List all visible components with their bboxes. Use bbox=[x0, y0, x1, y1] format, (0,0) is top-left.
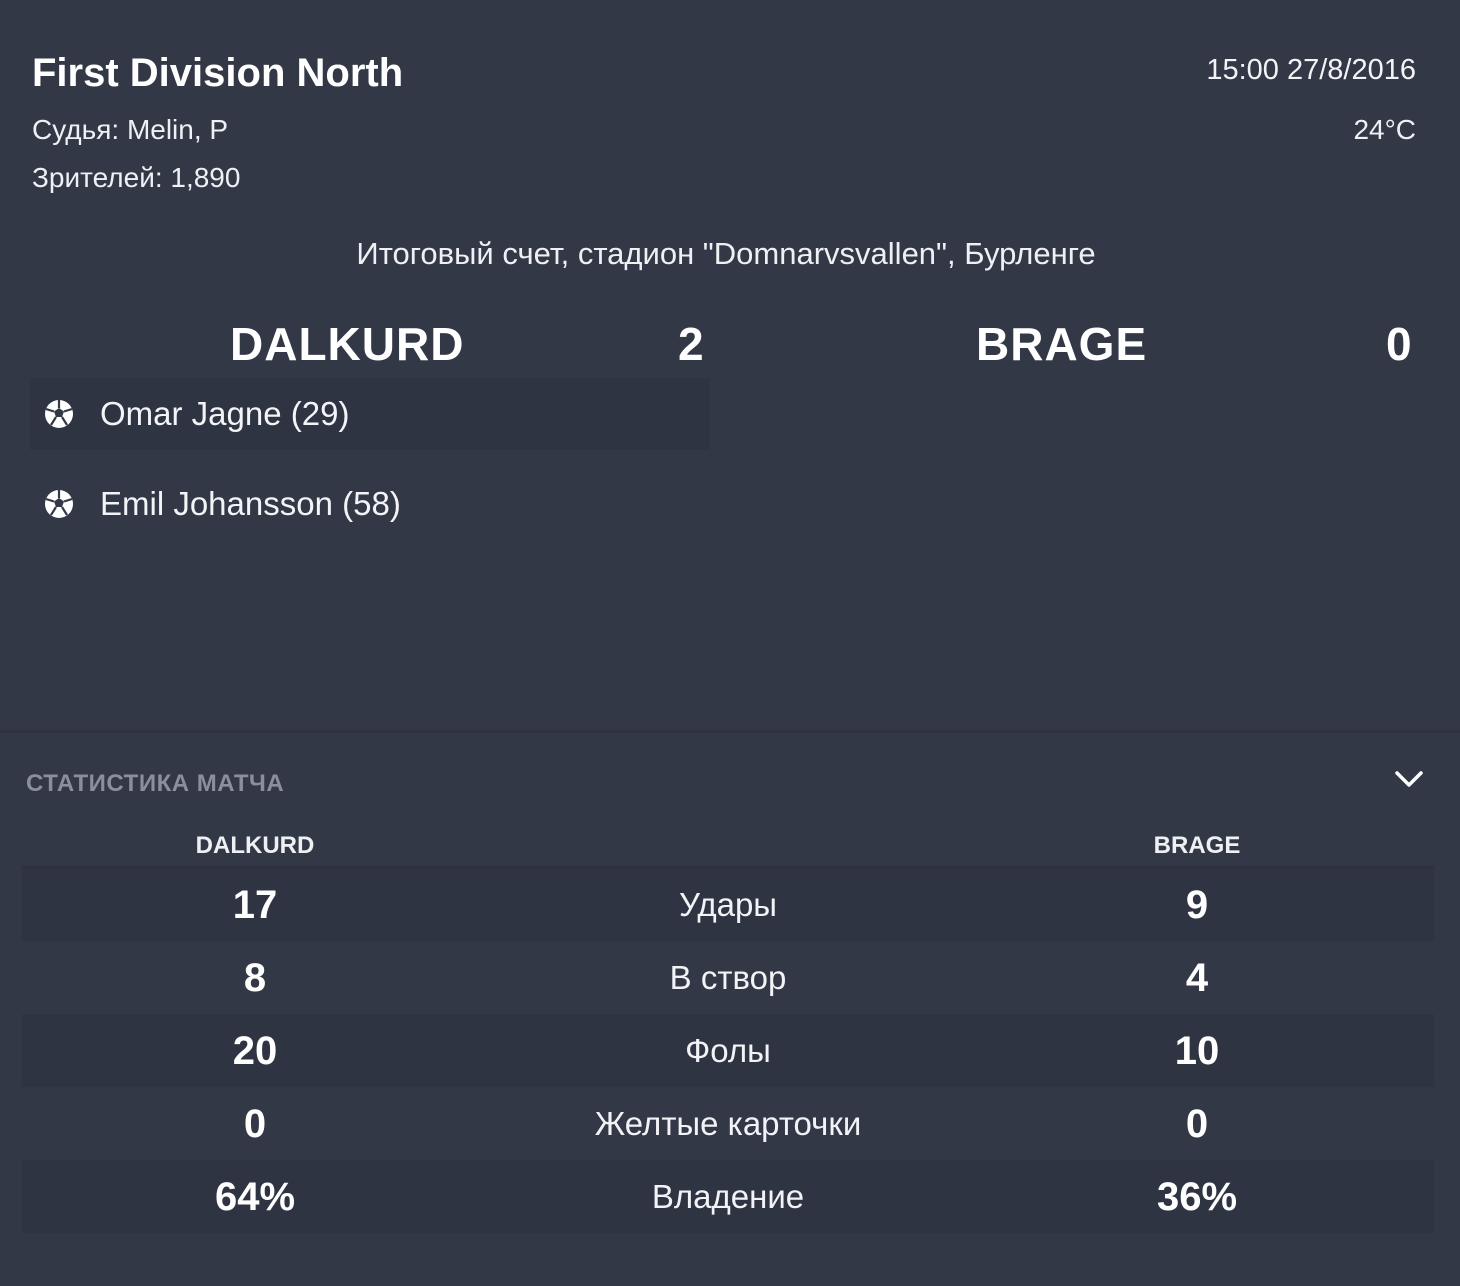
goal-scorer-name[interactable]: Omar Jagne (29) bbox=[100, 394, 349, 434]
venue-line: Итоговый счет, стадион "Domnarvsvallen",… bbox=[356, 236, 1096, 271]
stats-away-header: BRAGE bbox=[1153, 832, 1241, 859]
stat-row-yellow-cards: 0 Желтые карточки 0 bbox=[22, 1087, 1434, 1160]
attendance-label: Зрителей: 1,890 bbox=[32, 162, 241, 193]
stat-away-value: 10 bbox=[1174, 1028, 1220, 1073]
stat-home-value: 17 bbox=[232, 882, 278, 927]
stat-away-value: 4 bbox=[1185, 955, 1209, 1000]
stat-label: В створ bbox=[669, 958, 787, 996]
stat-label: Владение bbox=[651, 1177, 805, 1215]
stat-away-value: 36% bbox=[1156, 1174, 1238, 1219]
goal-scorer-name[interactable]: Emil Johansson (58) bbox=[100, 484, 401, 524]
stat-home-value: 64% bbox=[214, 1174, 296, 1219]
temperature-label: 24°C bbox=[1353, 114, 1416, 145]
soccer-ball-icon bbox=[44, 489, 74, 519]
away-team-score: 0 bbox=[1386, 318, 1413, 370]
chevron-down-icon[interactable] bbox=[1392, 762, 1426, 796]
away-team-name[interactable]: BRAGE bbox=[976, 316, 1147, 372]
stat-row-shots: 17 Удары 9 bbox=[22, 868, 1434, 941]
stat-label: Удары bbox=[678, 885, 778, 923]
competition-title[interactable]: First Division North bbox=[32, 48, 403, 98]
stat-away-value: 0 bbox=[1185, 1101, 1209, 1146]
home-team-name[interactable]: DALKURD bbox=[230, 316, 464, 372]
stats-home-header: DALKURD bbox=[195, 832, 315, 859]
match-report-panel: First Division North 15:00 27/8/2016 Суд… bbox=[0, 0, 1460, 1286]
stat-row-fouls: 20 Фолы 10 bbox=[22, 1014, 1434, 1087]
section-divider bbox=[0, 730, 1460, 733]
stat-home-value: 0 bbox=[243, 1101, 267, 1146]
stat-row-possession: 64% Владение 36% bbox=[22, 1160, 1434, 1233]
soccer-ball-icon bbox=[44, 399, 74, 429]
stat-label: Желтые карточки bbox=[594, 1104, 862, 1142]
goal-scorer-row[interactable]: Omar Jagne (29) bbox=[30, 378, 710, 450]
home-team-score: 2 bbox=[678, 318, 705, 370]
kickoff-datetime: 15:00 27/8/2016 bbox=[1206, 54, 1416, 86]
stat-home-value: 20 bbox=[232, 1028, 278, 1073]
goal-scorer-row[interactable]: Emil Johansson (58) bbox=[30, 468, 710, 540]
stat-row-on-target: 8 В створ 4 bbox=[22, 941, 1434, 1014]
referee-label: Судья: Melin, P bbox=[32, 114, 229, 145]
match-stats-title[interactable]: СТАТИСТИКА МАТЧА bbox=[26, 768, 284, 800]
stat-home-value: 8 bbox=[243, 955, 267, 1000]
stats-table: 17 Удары 9 8 В створ 4 20 Фолы 10 0 Желт… bbox=[22, 868, 1434, 1233]
stat-label: Фолы bbox=[685, 1031, 771, 1069]
stat-away-value: 9 bbox=[1185, 882, 1209, 927]
